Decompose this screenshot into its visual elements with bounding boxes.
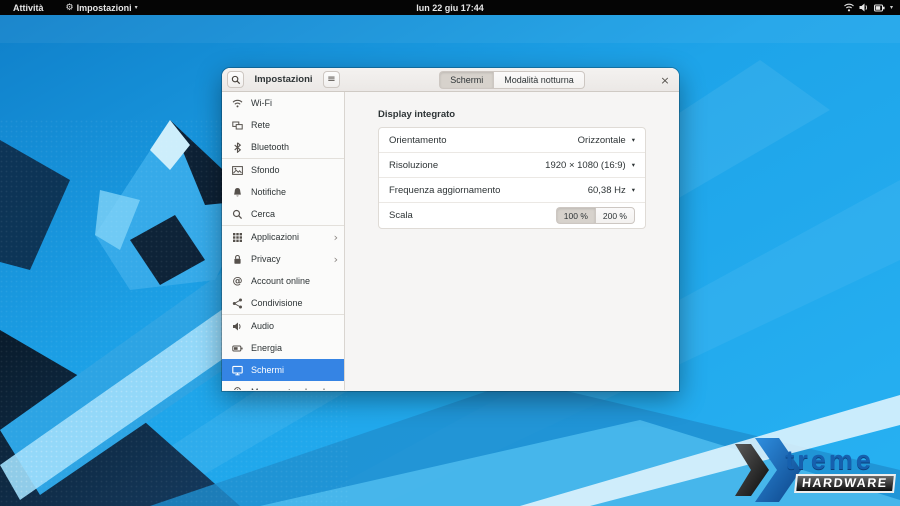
dropdown-value: 1920 × 1080 (16:9) [545,160,626,171]
row-scala: Scala 100 % 200 % [379,203,645,228]
sidebar-item-label: Condivisione [251,298,338,308]
chevron-down-icon: ▾ [632,136,635,144]
view-switcher: Schermi Modalità notturna [345,71,679,89]
row-label: Scala [389,210,413,221]
xtreme-hardware-watermark: treme HARDWARE [735,438,895,502]
row-risoluzione: Risoluzione 1920 × 1080 (16:9) ▾ [379,153,645,178]
battery-icon [874,4,885,12]
sidebar-item-label: Cerca [251,209,338,219]
search-icon [231,75,241,85]
sidebar-item-label: Sfondo [251,165,338,175]
sidebar-item-cerca[interactable]: Cerca [222,203,344,225]
battery-icon [232,343,243,354]
hamburger-icon: ≡ [327,75,335,85]
apps-icon [232,232,243,243]
close-icon: × [660,74,669,87]
search-icon [232,209,243,220]
sidebar-item-label: Privacy [251,254,326,264]
chevron-right-icon: › [334,232,338,243]
sidebar-item-rete[interactable]: Rete [222,114,344,136]
sidebar-item-bluetooth[interactable]: Bluetooth [222,136,344,158]
sidebar-item-notifiche[interactable]: Notifiche [222,181,344,203]
network-icon [232,120,243,131]
sidebar-item-account-online[interactable]: @ Account online [222,270,344,292]
clock[interactable]: lun 22 giu 17:44 [0,3,900,13]
sidebar-item-label: Mouse e touchpad [251,387,338,390]
display-settings-card: Orientamento Orizzontale ▾ Risoluzione 1… [378,127,646,229]
row-label: Orientamento [389,135,447,146]
close-button[interactable]: × [658,73,672,87]
scale-200-button[interactable]: 200 % [595,207,635,224]
bell-icon [232,187,243,198]
wifi-icon [844,3,854,12]
row-orientamento: Orientamento Orizzontale ▾ [379,128,645,153]
sidebar-item-energia[interactable]: Energia [222,337,344,359]
row-label: Frequenza aggiornamento [389,185,500,196]
bluetooth-icon [232,142,243,153]
volume-icon [859,3,869,12]
sidebar-item-label: Rete [251,120,338,130]
brand-name-top: treme [785,447,874,473]
settings-sidebar: Wi-Fi Rete Bluetooth Sfondo [222,92,345,390]
sidebar-item-label: Energia [251,343,338,353]
sidebar-item-wifi[interactable]: Wi-Fi [222,92,344,114]
risoluzione-dropdown[interactable]: 1920 × 1080 (16:9) ▾ [545,160,635,171]
dropdown-value: 60,38 Hz [588,185,626,196]
sidebar-item-label: Notifiche [251,187,338,197]
sidebar-item-label: Schermi [251,365,338,375]
chevron-down-icon: ▾ [632,161,635,169]
panel-heading: Display integrato [378,109,646,120]
sidebar-item-label: Account online [251,276,338,286]
chevron-down-icon: ▾ [890,4,893,11]
at-icon: @ [232,276,243,287]
sidebar-item-label: Audio [251,321,338,331]
row-label: Risoluzione [389,160,438,171]
speaker-icon [232,321,243,332]
display-icon [232,365,243,376]
scale-segmented-control: 100 % 200 % [556,207,635,224]
top-bar: Attività ⚙ Impostazioni ▾ lun 22 giu 17:… [0,0,900,15]
background-icon [232,165,243,176]
sidebar-item-sfondo[interactable]: Sfondo [222,159,344,181]
sidebar-item-label: Bluetooth [251,142,338,152]
sidebar-item-label: Applicazioni [251,232,326,242]
settings-window: Impostazioni ≡ Schermi Modalità notturna… [222,68,679,391]
sidebar-item-schermi[interactable]: Schermi [222,359,344,381]
sidebar-item-applicazioni[interactable]: Applicazioni › [222,226,344,248]
tab-modalita-notturna[interactable]: Modalità notturna [493,71,585,89]
wifi-icon [232,98,243,109]
window-titlebar[interactable]: Impostazioni ≡ Schermi Modalità notturna… [222,68,679,92]
lock-icon [232,254,243,265]
mouse-icon [232,387,243,391]
chevron-down-icon: ▾ [632,186,635,194]
share-icon [232,298,243,309]
display-settings-panel: Display integrato Orientamento Orizzonta… [345,92,679,390]
hamburger-menu-button[interactable]: ≡ [323,71,340,88]
chevron-right-icon: › [334,254,338,265]
window-title: Impostazioni [254,74,312,85]
system-status-area[interactable]: ▾ [844,0,893,15]
sidebar-item-label: Wi-Fi [251,98,338,108]
orientamento-dropdown[interactable]: Orizzontale ▾ [578,135,635,146]
dropdown-value: Orizzontale [578,135,626,146]
frequenza-dropdown[interactable]: 60,38 Hz ▾ [588,185,635,196]
search-button[interactable] [227,71,244,88]
row-frequenza: Frequenza aggiornamento 60,38 Hz ▾ [379,178,645,203]
scale-100-button[interactable]: 100 % [556,207,595,224]
tab-schermi[interactable]: Schermi [439,71,493,89]
sidebar-item-condivisione[interactable]: Condivisione [222,292,344,314]
sidebar-item-mouse-touchpad[interactable]: Mouse e touchpad [222,381,344,390]
sidebar-item-audio[interactable]: Audio [222,315,344,337]
sidebar-item-privacy[interactable]: Privacy › [222,248,344,270]
brand-name-bottom: HARDWARE [794,474,896,493]
